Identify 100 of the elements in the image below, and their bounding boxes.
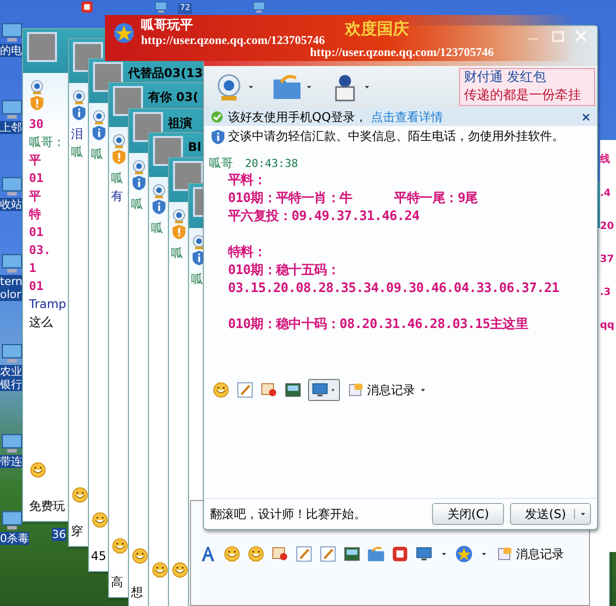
chat-text: 这么 (29, 315, 54, 329)
chat-text: 03. (29, 243, 52, 257)
chat-text: 01 (29, 279, 44, 293)
message-text: 平料： (228, 172, 266, 190)
chat-text: 20 (600, 221, 615, 232)
chat-text: 1 (29, 261, 38, 275)
history-button[interactable]: 消息记录 (346, 382, 430, 398)
smiley-icon[interactable] (111, 537, 129, 555)
desktop-icon[interactable] (0, 508, 24, 532)
image-icon[interactable] (284, 381, 302, 399)
window-title: 有你 03( (148, 89, 198, 105)
desktop-icon[interactable] (252, 0, 266, 14)
history-button[interactable]: 消息记录 (495, 546, 566, 562)
chat-text: 线 (600, 152, 611, 166)
chat-text: 呱 (151, 221, 163, 235)
webcam-icon[interactable] (151, 183, 167, 199)
edit-icon[interactable] (295, 545, 313, 563)
smiley-icon[interactable] (247, 545, 265, 563)
edit-icon[interactable] (236, 381, 254, 399)
chat-text: 想 (131, 585, 143, 599)
screen-capture-button[interactable] (308, 379, 340, 401)
smiley-icon[interactable] (151, 561, 169, 579)
desktop-icon[interactable] (0, 341, 24, 365)
check-icon[interactable] (210, 110, 224, 124)
chat-text: 平 (29, 189, 42, 203)
chat-text: 37 (600, 254, 615, 265)
warning-text: 交谈中请勿轻信汇款、中奖信息、陌生电话，勿使用外挂软件。 (228, 128, 564, 145)
caret-icon[interactable] (329, 386, 337, 394)
chat-text: 呱 (191, 272, 203, 286)
smiley-icon[interactable] (171, 561, 189, 579)
message-text: 平特一尾：9尾 (394, 190, 478, 208)
image-icon[interactable] (343, 545, 361, 563)
profile-link[interactable]: http://user.qzone.qq.com/123705746 (310, 45, 494, 60)
window-title: 呱哥玩平 (141, 18, 194, 33)
profile-link[interactable]: http://user.qzone.qq.com/123705746 (141, 33, 325, 48)
history-icon[interactable] (348, 382, 364, 398)
folder-icon[interactable] (367, 545, 385, 563)
webcam-icon[interactable] (91, 109, 107, 125)
star-icon[interactable] (113, 22, 135, 44)
webcam-icon[interactable] (171, 208, 187, 224)
screen-icon[interactable] (311, 381, 329, 399)
notice-text: 该好友使用手机QQ登录， (228, 108, 367, 126)
desktop-icon[interactable] (0, 97, 24, 121)
app-icon[interactable] (80, 0, 94, 14)
message-text: 010期：稳十五码： (228, 262, 340, 280)
smiley-icon[interactable] (223, 545, 241, 563)
circle-icon[interactable] (455, 545, 473, 563)
desktop-icon-label: 的电 (0, 44, 22, 57)
desktop-icon-label: 农业 银行 (0, 365, 22, 391)
info-icon[interactable] (151, 199, 167, 215)
smiley-icon[interactable] (212, 381, 230, 399)
desktop-icon-label: 36 (52, 528, 66, 541)
font-icon[interactable] (199, 545, 217, 563)
screenshot-icon[interactable] (271, 545, 289, 563)
screenshot-icon[interactable] (260, 381, 278, 399)
smiley-icon[interactable] (131, 547, 149, 565)
sender-name: 呱哥 (209, 155, 233, 172)
ad-banner[interactable]: 财付通 发红包 传递的都是一份牵挂 (459, 68, 595, 106)
chat-text: 呱 (91, 147, 103, 161)
screen-icon[interactable] (415, 545, 433, 563)
close-button[interactable]: × (580, 110, 591, 124)
desktop-icon[interactable] (0, 20, 24, 44)
message-text: 特料： (228, 244, 266, 262)
info-icon[interactable] (91, 125, 107, 141)
smiley-icon[interactable] (71, 486, 89, 504)
desktop-icon[interactable] (0, 174, 24, 198)
webcam-icon[interactable] (111, 133, 127, 149)
desktop-icon-label: tern olor (0, 275, 22, 301)
desktop-icon[interactable] (0, 251, 24, 275)
message-text: 03.15.20.08.28.35.34.09.30.46.04.33.06.37.21 (228, 280, 560, 298)
info-icon[interactable] (131, 175, 147, 191)
chat-text: 特 (29, 207, 42, 221)
desktop-icon-label: 0杀毒 (0, 532, 29, 545)
count-badge: 72 (178, 3, 192, 14)
webcam-icon[interactable] (71, 89, 87, 105)
webcam-icon[interactable] (131, 159, 147, 175)
desktop-icon[interactable] (154, 0, 168, 14)
info-icon[interactable] (71, 105, 87, 121)
window-title: Bl (188, 139, 202, 155)
edit-icon[interactable] (319, 545, 337, 563)
smiley-icon[interactable] (29, 461, 47, 479)
smiley-icon[interactable] (91, 511, 109, 529)
chat-text: 穿 (71, 524, 83, 538)
shield-icon[interactable] (210, 128, 226, 144)
chat-text: 平 (29, 153, 42, 167)
desktop-icon-label: 收站 (0, 198, 22, 211)
message-text: 010期：平特一肖：牛 (228, 190, 352, 208)
webcam-icon[interactable] (29, 79, 45, 95)
details-link[interactable]: 点击查看详情 (370, 108, 443, 126)
chat-text: qq (600, 320, 616, 331)
desktop-icon[interactable] (0, 431, 24, 455)
history-icon[interactable] (497, 546, 513, 562)
send-button[interactable]: 发送(S) (510, 503, 591, 525)
chat-text: 45 (91, 549, 106, 563)
chat-text: 免费玩 (29, 499, 65, 513)
message-text: 010期：稳中十码：08.20.31.46.28.03.15主这里 (228, 316, 528, 334)
close-button[interactable]: 关闭(C) (432, 503, 504, 525)
desktop-icon-label: 带连 (0, 455, 22, 468)
status-text: 翻滚吧，设计师！比赛开始。 (210, 506, 366, 522)
chat-text: 呱 (131, 197, 143, 211)
